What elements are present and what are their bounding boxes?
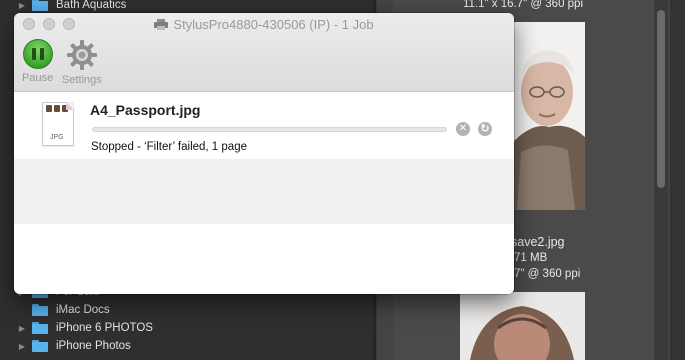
folder-label: iMac Docs bbox=[56, 304, 110, 316]
printer-icon bbox=[154, 19, 169, 30]
folder-icon bbox=[32, 340, 48, 352]
folder-icon bbox=[32, 322, 48, 334]
settings-button[interactable]: Settings bbox=[62, 39, 102, 86]
portrait-thumbnail-2[interactable] bbox=[460, 292, 585, 360]
folder-label: Bath Aquatics bbox=[56, 0, 127, 11]
resume-job-button[interactable]: ↻ bbox=[478, 122, 492, 136]
gear-icon bbox=[66, 40, 97, 70]
job-list: JPG A4_Passport.jpg ✕ ↻ Stopped - ‘Filte… bbox=[14, 92, 514, 294]
window-title: StylusPro4880-430506 (IP) - 1 Job bbox=[14, 17, 514, 32]
close-icon: ✕ bbox=[458, 123, 468, 134]
job-name: A4_Passport.jpg bbox=[90, 102, 201, 118]
job-progress-bar bbox=[92, 127, 447, 132]
pause-button[interactable]: Pause bbox=[22, 39, 53, 84]
document-extension: JPG bbox=[50, 134, 64, 141]
folder-icon bbox=[32, 0, 48, 11]
disclosure-triangle-icon[interactable]: ▶ bbox=[17, 342, 27, 351]
job-list-empty-row bbox=[14, 224, 514, 294]
folder-row-bath-aquatics[interactable]: ▶ Bath Aquatics bbox=[0, 0, 370, 14]
job-status: Stopped - ‘Filter’ failed, 1 page bbox=[91, 141, 247, 153]
folder-icon bbox=[32, 304, 48, 316]
print-queue-window: StylusPro4880-430506 (IP) - 1 Job Pause bbox=[14, 13, 514, 294]
job-row[interactable]: JPG A4_Passport.jpg ✕ ↻ Stopped - ‘Filte… bbox=[14, 92, 514, 159]
jpg-document-icon: JPG bbox=[42, 102, 74, 146]
thumb2-filesize: 71 MB bbox=[514, 252, 548, 264]
right-edge-panel bbox=[670, 0, 685, 360]
window-titlebar[interactable]: StylusPro4880-430506 (IP) - 1 Job Pause bbox=[14, 13, 514, 92]
folder-row-imac-docs[interactable]: ▶ iMac Docs bbox=[0, 301, 370, 319]
folder-row-iphone-photos[interactable]: ▶ iPhone Photos bbox=[0, 337, 370, 355]
pause-icon bbox=[22, 39, 53, 69]
settings-label: Settings bbox=[62, 74, 102, 86]
folder-label: iPhone 6 PHOTOS bbox=[56, 322, 153, 334]
thumbnail-scrollbar-thumb[interactable] bbox=[657, 10, 665, 188]
folder-row-iphone-6-photos[interactable]: ▶ iPhone 6 PHOTOS bbox=[0, 319, 370, 337]
pause-label: Pause bbox=[22, 72, 54, 84]
thumb2-filename: save2.jpg bbox=[511, 235, 565, 249]
cancel-job-button[interactable]: ✕ bbox=[456, 122, 470, 136]
refresh-icon: ↻ bbox=[480, 123, 490, 135]
portrait-photo-icon bbox=[513, 22, 585, 210]
window-title-text: StylusPro4880-430506 (IP) - 1 Job bbox=[173, 17, 374, 32]
thumb2-dimensions: 7" @ 360 ppi bbox=[514, 268, 581, 280]
disclosure-triangle-icon[interactable]: ▶ bbox=[17, 324, 27, 333]
portrait-thumbnail[interactable] bbox=[513, 22, 585, 210]
folder-label: iPhone Photos bbox=[56, 340, 131, 352]
portrait-photo-icon bbox=[460, 292, 585, 360]
disclosure-triangle-icon[interactable]: ▶ bbox=[17, 1, 27, 10]
job-list-empty-row bbox=[14, 159, 514, 224]
thumb1-dimensions: 11.1" x 16.7" @ 360 ppi bbox=[463, 0, 584, 10]
